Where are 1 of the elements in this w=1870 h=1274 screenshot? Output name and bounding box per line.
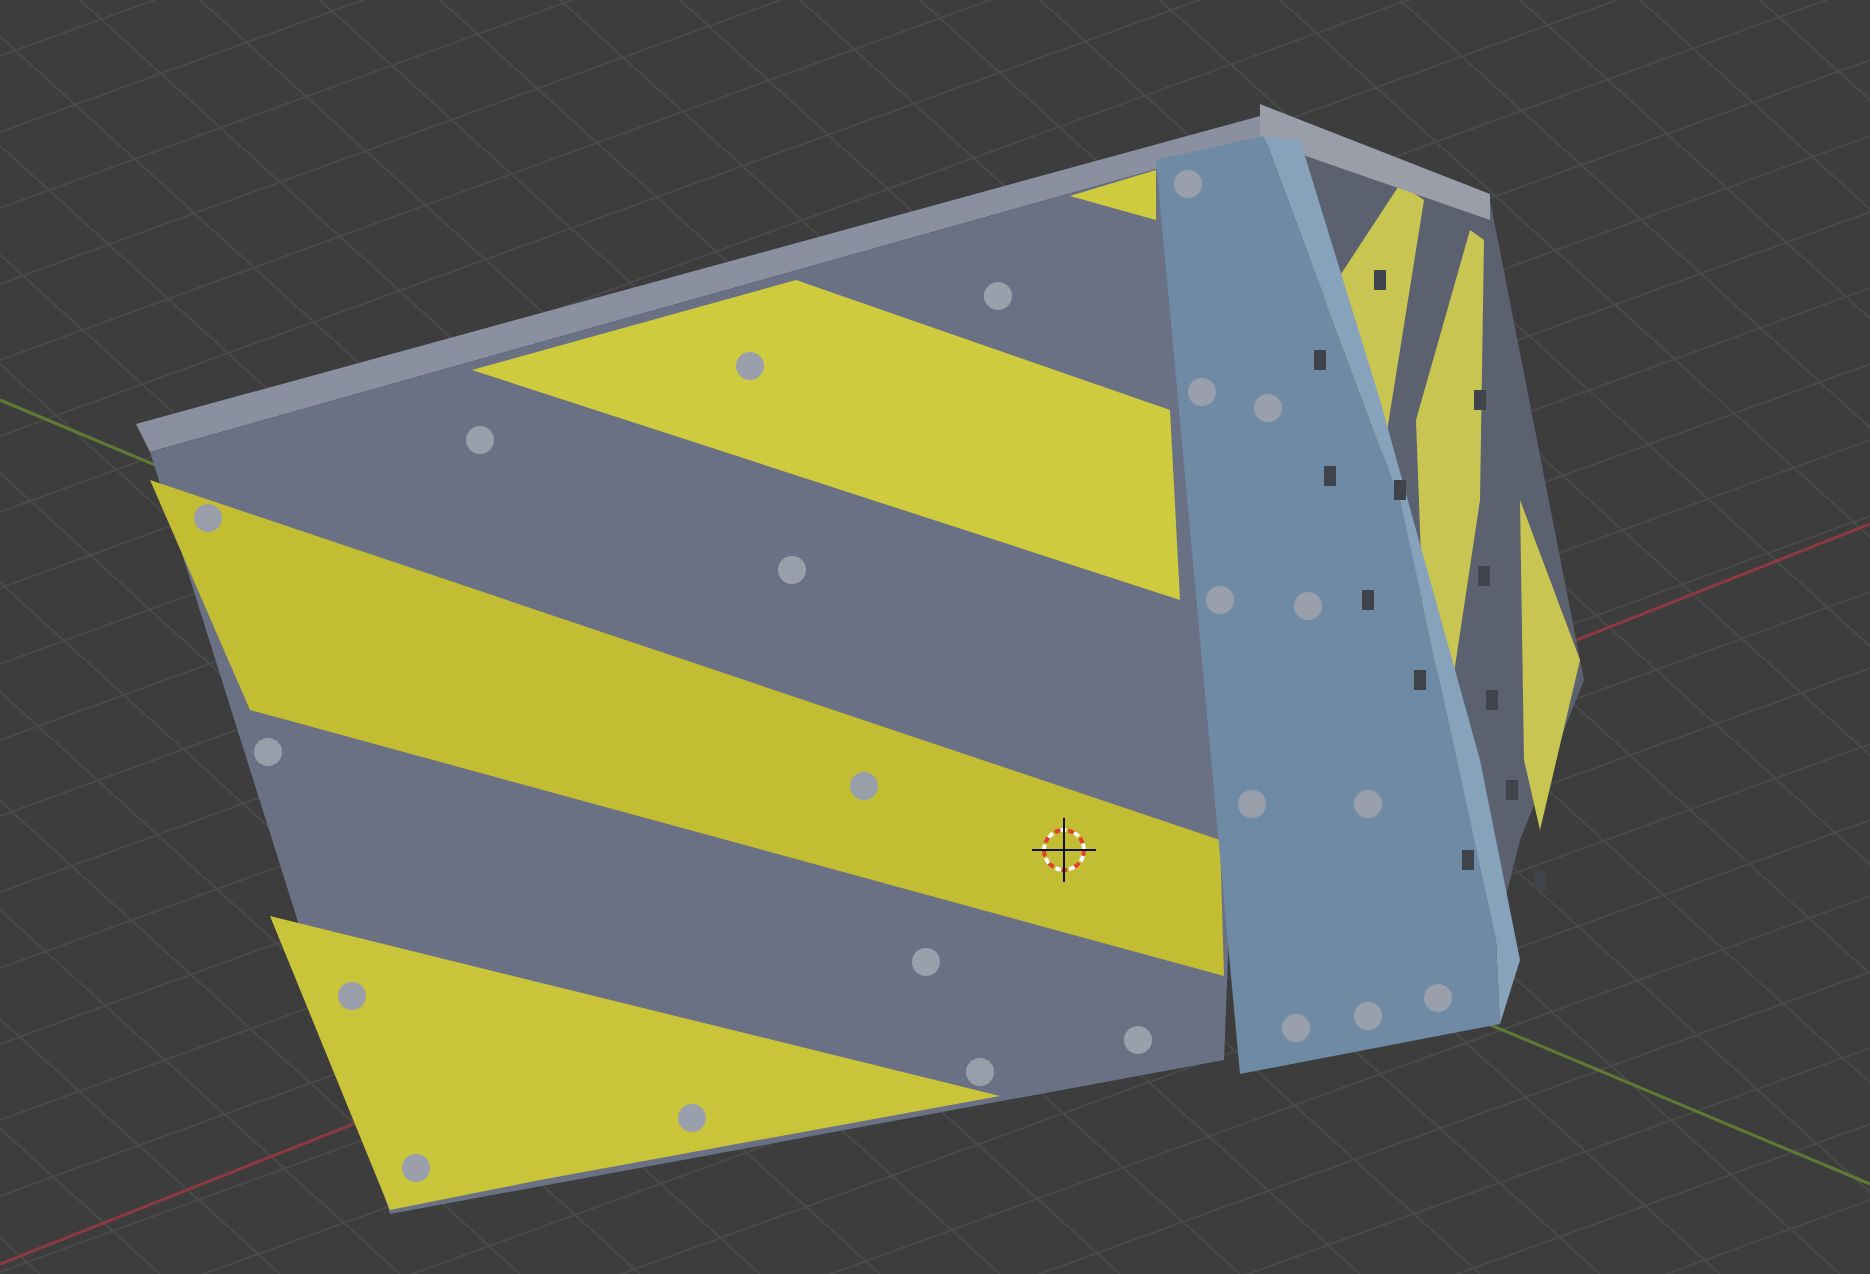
3d-cursor-icon <box>1031 817 1097 883</box>
